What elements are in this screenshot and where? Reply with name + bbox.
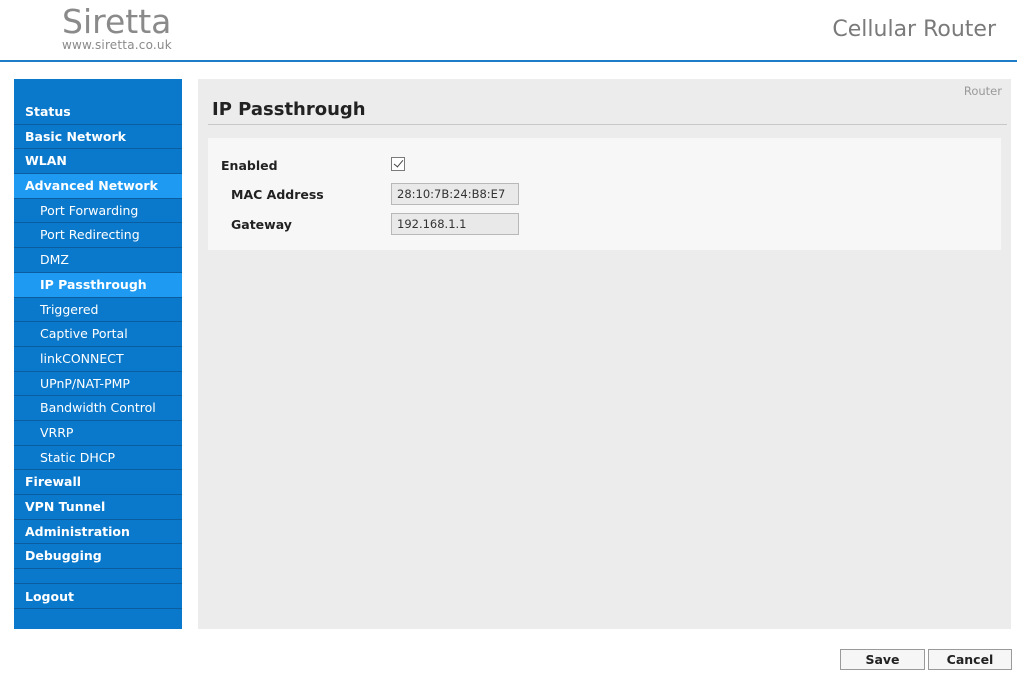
sidebar-item-basic-network[interactable]: Basic Network — [14, 125, 182, 150]
sidebar-item-upnp-nat-pmp[interactable]: UPnP/NAT-PMP — [14, 372, 182, 397]
sidebar-item-bandwidth-control[interactable]: Bandwidth Control — [14, 396, 182, 421]
enabled-label: Enabled — [221, 158, 278, 173]
product-title: Cellular Router — [832, 17, 996, 42]
cancel-button[interactable]: Cancel — [928, 649, 1012, 670]
logo-name: Siretta — [62, 2, 172, 41]
mac-address-row: MAC Address 28:10:7B:24:B8:E7 — [208, 183, 1001, 205]
sidebar-item-vrrp[interactable]: VRRP — [14, 421, 182, 446]
sidebar-item-port-forwarding[interactable]: Port Forwarding — [14, 199, 182, 224]
sidebar-item-administration[interactable]: Administration — [14, 520, 182, 545]
header: Siretta www.siretta.co.uk Cellular Route… — [0, 0, 1017, 62]
sidebar-item-vpn-tunnel[interactable]: VPN Tunnel — [14, 495, 182, 520]
siretta-logo[interactable]: Siretta www.siretta.co.uk — [62, 2, 172, 53]
sidebar-menu: Status Basic Network WLAN Advanced Netwo… — [14, 100, 182, 610]
page-title: IP Passthrough — [212, 99, 366, 120]
breadcrumb: Router — [963, 84, 1002, 98]
gateway-row: Gateway 192.168.1.1 — [208, 213, 1001, 235]
sidebar-item-debugging[interactable]: Debugging — [14, 544, 182, 570]
sidebar-item-static-dhcp[interactable]: Static DHCP — [14, 446, 182, 471]
gateway-label: Gateway — [231, 217, 292, 232]
sidebar-item-firewall[interactable]: Firewall — [14, 470, 182, 495]
sidebar-nav: Status Basic Network WLAN Advanced Netwo… — [14, 79, 182, 629]
sidebar-item-advanced-network[interactable]: Advanced Network — [14, 174, 182, 199]
sidebar-item-linkconnect[interactable]: linkCONNECT — [14, 347, 182, 372]
sidebar-item-logout[interactable]: Logout — [14, 583, 182, 610]
sidebar-item-wlan[interactable]: WLAN — [14, 149, 182, 175]
sidebar-item-captive-portal[interactable]: Captive Portal — [14, 322, 182, 347]
ip-passthrough-form: Enabled MAC Address 28:10:7B:24:B8:E7 Ga… — [208, 138, 1001, 250]
gateway-field[interactable]: 192.168.1.1 — [391, 213, 519, 235]
logo-url: www.siretta.co.uk — [62, 38, 172, 52]
save-button[interactable]: Save — [840, 649, 925, 670]
sidebar-item-triggered[interactable]: Triggered — [14, 298, 182, 323]
sidebar-item-status[interactable]: Status — [14, 100, 182, 125]
title-divider — [208, 124, 1007, 125]
enabled-row: Enabled — [208, 154, 1001, 176]
sidebar-item-ip-passthrough[interactable]: IP Passthrough — [14, 272, 182, 298]
enabled-checkbox[interactable] — [391, 157, 405, 171]
mac-address-label: MAC Address — [231, 187, 324, 202]
sidebar-item-dmz[interactable]: DMZ — [14, 248, 182, 273]
sidebar-item-port-redirecting[interactable]: Port Redirecting — [14, 223, 182, 249]
mac-address-field[interactable]: 28:10:7B:24:B8:E7 — [391, 183, 519, 205]
check-icon — [393, 157, 404, 168]
main-panel: Router IP Passthrough Enabled MAC Addres… — [198, 79, 1011, 629]
